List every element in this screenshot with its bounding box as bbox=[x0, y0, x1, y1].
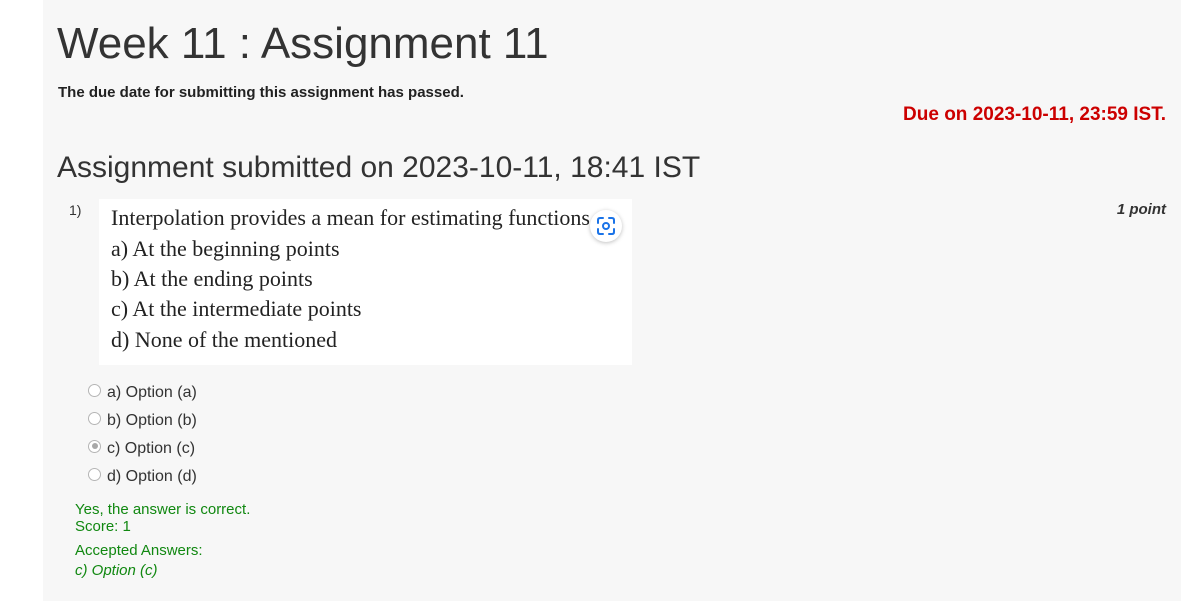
option-label: b) Option (b) bbox=[107, 412, 197, 429]
google-lens-icon[interactable] bbox=[590, 210, 622, 242]
option-label: c) Option (c) bbox=[107, 440, 196, 457]
option-label: d) Option (d) bbox=[107, 468, 197, 485]
question-number: 1) bbox=[69, 202, 82, 218]
question-choice-text: b) At the ending points bbox=[111, 266, 313, 291]
option-d[interactable]: d) Option (d) bbox=[88, 467, 197, 487]
option-c[interactable]: c) Option (c) bbox=[88, 439, 195, 459]
accepted-answer: c) Option (c) bbox=[75, 562, 158, 579]
question-image: Interpolation provides a mean for estima… bbox=[99, 199, 632, 365]
radio-button[interactable] bbox=[88, 411, 101, 425]
submission-timestamp: Assignment submitted on 2023-10-11, 18:4… bbox=[57, 151, 701, 184]
question-choice-text: d) None of the mentioned bbox=[111, 327, 338, 352]
radio-button-selected[interactable] bbox=[88, 439, 101, 453]
answer-result: Yes, the answer is correct. bbox=[75, 501, 251, 518]
question-choice-text: a) At the beginning points bbox=[111, 236, 340, 261]
score-text: Score: 1 bbox=[75, 518, 131, 535]
option-label: a) Option (a) bbox=[107, 384, 197, 401]
due-passed-notice: The due date for submitting this assignm… bbox=[58, 84, 464, 101]
due-date: Due on 2023-10-11, 23:59 IST. bbox=[903, 104, 1166, 125]
radio-button[interactable] bbox=[88, 383, 101, 397]
page-title: Week 11 : Assignment 11 bbox=[57, 19, 549, 68]
radio-button[interactable] bbox=[88, 467, 101, 481]
question-choice-text: c) At the intermediate points bbox=[111, 296, 362, 321]
question-stem: Interpolation provides a mean for estima… bbox=[111, 205, 590, 230]
option-b[interactable]: b) Option (b) bbox=[88, 411, 197, 431]
question-points: 1 point bbox=[1116, 201, 1166, 218]
option-a[interactable]: a) Option (a) bbox=[88, 383, 197, 403]
accepted-answers-label: Accepted Answers: bbox=[75, 542, 203, 559]
